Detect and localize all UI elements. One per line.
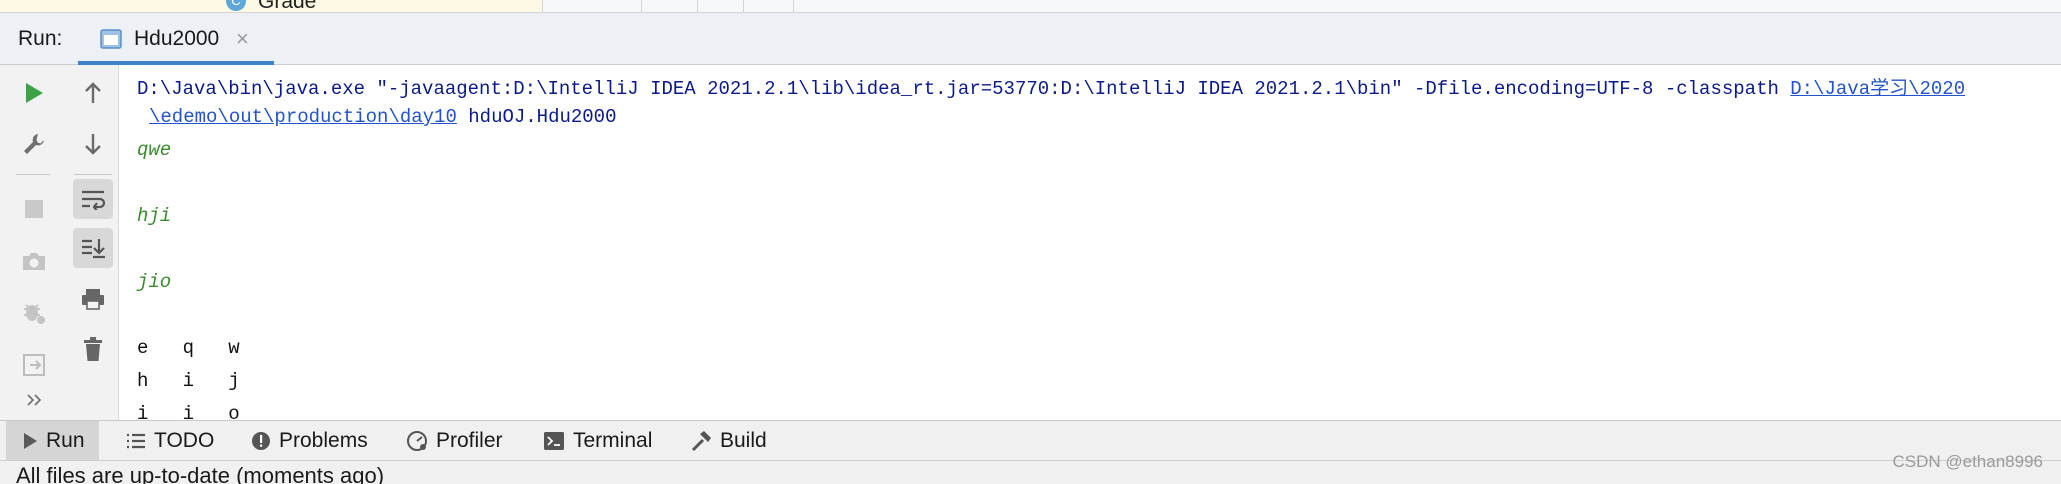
tab-title: Hdu2000 [134, 27, 220, 50]
console-output[interactable]: D:\Java\bin\java.exe "-javaagent:D:\Inte… [119, 65, 2061, 420]
tool-tab-terminal[interactable]: Terminal [543, 421, 652, 461]
previous-occurrence-button[interactable] [73, 73, 113, 113]
exit-icon [23, 354, 45, 376]
profiler-icon [407, 431, 427, 451]
close-icon[interactable]: × [236, 26, 249, 52]
console-window-icon [100, 29, 122, 49]
toolbar-divider [74, 174, 112, 175]
soft-wrap-toggle[interactable] [73, 179, 113, 219]
editor-tab-strip: C Grade [0, 0, 2061, 13]
divider [697, 0, 698, 12]
next-occurrence-button[interactable] [73, 124, 113, 164]
stop-button[interactable] [14, 189, 54, 229]
wrench-icon [24, 134, 44, 154]
status-message: All files are up-to-date (moments ago) [16, 463, 385, 484]
restore-debug-button[interactable] [14, 293, 54, 333]
tab-hdu2000[interactable]: Hdu2000 × [78, 13, 274, 65]
arrow-down-icon [85, 134, 101, 155]
edit-configuration-button[interactable] [14, 124, 54, 164]
play-icon [26, 83, 43, 103]
scroll-to-end-toggle[interactable] [73, 228, 113, 268]
tool-tab-label: Profiler [436, 429, 503, 452]
main-class-text: hduOJ.Hdu2000 [456, 106, 617, 128]
run-toolbar-secondary [68, 65, 119, 420]
tool-tab-label: Build [720, 429, 767, 452]
run-tab-bar: Run: Hdu2000 × [0, 13, 2061, 65]
hammer-icon [691, 431, 711, 452]
user-input-line: jio [137, 271, 172, 293]
tool-window-bar: Run TODO Problems Profiler Terminal Buil… [0, 420, 2061, 461]
trash-icon [84, 337, 102, 361]
toolbar-divider [16, 174, 50, 175]
print-button[interactable] [73, 279, 113, 319]
chevron-double-right-icon [27, 394, 42, 406]
tool-tab-build[interactable]: Build [690, 421, 767, 461]
command-text: D:\Java\bin\java.exe "-javaagent:D:\Inte… [137, 78, 1791, 100]
clear-all-button[interactable] [73, 329, 113, 369]
bug-gear-icon [24, 304, 45, 324]
terminal-icon [544, 432, 564, 450]
tool-tab-problems[interactable]: Problems [251, 421, 368, 461]
divider [743, 0, 744, 12]
play-icon [24, 433, 37, 449]
classpath-link[interactable]: \edemo\out\production\day10 [149, 106, 457, 128]
command-line: D:\Java\bin\java.exe "-javaagent:D:\Inte… [137, 73, 1965, 100]
scroll-to-end-icon [82, 239, 105, 259]
dump-threads-button[interactable] [14, 241, 54, 281]
tool-tab-label: Run [46, 429, 85, 452]
status-bar: All files are up-to-date (moments ago) [0, 460, 2061, 484]
tool-tab-label: Terminal [573, 429, 653, 452]
output-line: e q w [137, 337, 240, 359]
stop-icon [25, 200, 43, 218]
classpath-link[interactable]: D:\Java学习\2020 [1790, 78, 1965, 100]
arrow-up-icon [85, 82, 101, 103]
output-line: i i o [137, 403, 240, 420]
camera-icon [23, 253, 45, 270]
rerun-button[interactable] [14, 73, 54, 113]
list-icon [127, 433, 145, 449]
tool-tab-label: Problems [279, 429, 368, 452]
more-actions-button[interactable] [14, 385, 54, 415]
command-line-continued: \edemo\out\production\day10 hduOJ.Hdu200… [149, 106, 617, 128]
user-input-line: hji [137, 205, 172, 227]
tool-tab-profiler[interactable]: Profiler [406, 421, 503, 461]
exit-button[interactable] [14, 345, 54, 385]
tool-tab-run[interactable]: Run [6, 421, 99, 461]
editor-file-label[interactable]: Grade [258, 0, 316, 12]
watermark: CSDN @ethan8996 [1892, 452, 2043, 471]
run-toolbar-primary [0, 65, 68, 420]
run-panel-label: Run: [18, 27, 63, 50]
problems-icon [252, 432, 270, 450]
tool-tab-label: TODO [154, 429, 215, 452]
tool-tab-todo[interactable]: TODO [126, 421, 214, 461]
user-input-line: qwe [137, 139, 172, 161]
divider [542, 0, 543, 12]
divider [793, 0, 794, 12]
divider [641, 0, 642, 12]
printer-icon [82, 289, 104, 310]
soft-wrap-icon [82, 190, 106, 210]
output-line: h i j [137, 370, 240, 392]
